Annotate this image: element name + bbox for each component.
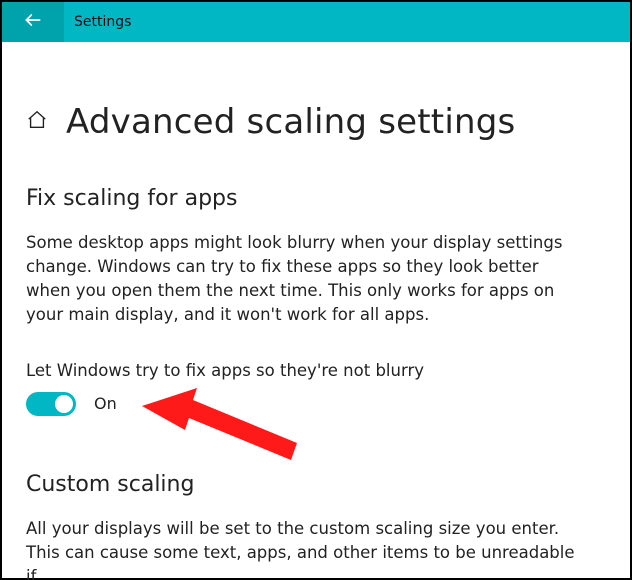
title-bar: Settings <box>2 2 630 42</box>
page-header: Advanced scaling settings <box>26 102 606 142</box>
fix-scaling-toggle-row: On <box>26 392 606 416</box>
window-title: Settings <box>64 14 131 30</box>
back-button[interactable] <box>2 2 64 42</box>
section-fix-scaling: Fix scaling for apps Some desktop apps m… <box>26 186 606 416</box>
section-heading-fix-scaling: Fix scaling for apps <box>26 186 606 211</box>
section-heading-custom-scaling: Custom scaling <box>26 472 606 497</box>
fix-scaling-toggle-label: Let Windows try to fix apps so they're n… <box>26 361 606 380</box>
page-title: Advanced scaling settings <box>66 102 515 142</box>
fix-scaling-toggle[interactable] <box>26 392 76 416</box>
back-arrow-icon <box>23 10 43 34</box>
custom-scaling-description: All your displays will be set to the cus… <box>26 517 586 580</box>
home-icon[interactable] <box>26 109 48 135</box>
content-area: Advanced scaling settings Fix scaling fo… <box>2 42 630 580</box>
toggle-knob <box>55 395 73 413</box>
section-custom-scaling: Custom scaling All your displays will be… <box>26 472 606 580</box>
fix-scaling-description: Some desktop apps might look blurry when… <box>26 231 586 327</box>
fix-scaling-toggle-state: On <box>94 394 117 413</box>
